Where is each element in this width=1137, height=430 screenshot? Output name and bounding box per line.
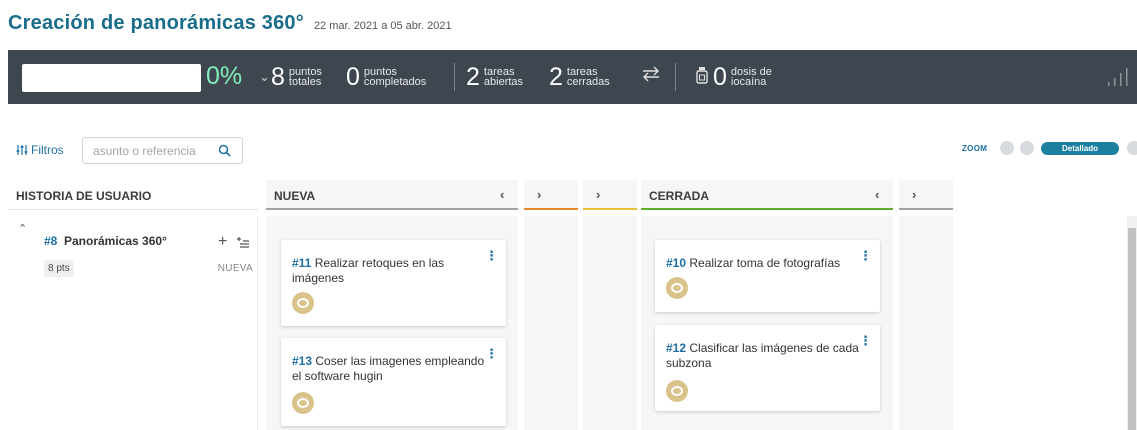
column-header-collapsed-1: › [524,180,578,210]
column-title-new: NUEVA [274,189,316,203]
task-ref[interactable]: #10 [666,256,686,270]
search-input[interactable] [93,143,211,159]
column-title-closed: CERRADA [649,189,709,203]
total-points-label-2: totales [288,76,322,88]
open-tasks-stat: 2 tareas abiertas [466,62,523,92]
filters-label: Filtros [31,143,64,157]
iocaine-vial-icon [696,67,708,84]
task-ref[interactable]: #12 [666,341,686,355]
closed-tasks-value: 2 [549,63,563,91]
story-points-badge: 8 pts [44,260,74,277]
column-collapsed-2 [583,216,637,430]
expand-right-icon[interactable]: › [912,187,916,202]
collapse-left-icon[interactable]: ‹ [875,187,879,202]
user-story-row: ⌃ #8 Panorámicas 360° + 8 pts NUEVA [8,216,258,430]
zoom-level-1[interactable] [1000,141,1014,155]
history-column-title: HISTORIA DE USUARIO [16,189,152,203]
task-card[interactable]: #10 Realizar toma de fotografías ⋮ [655,240,880,312]
card-menu-icon[interactable]: ⋮ [485,248,498,264]
total-points-value: 8 [271,63,285,91]
card-menu-icon[interactable]: ⋮ [859,248,872,264]
task-card[interactable]: #12 Clasificar las imágenes de cada subz… [655,325,880,411]
sprint-stats-bar: 0% ⌄ 8 puntos totales 0 puntos completados… [8,50,1137,104]
task-title[interactable]: Realizar toma de fotografías [689,256,840,270]
filters-button[interactable]: Filtros [16,143,64,157]
task-ref[interactable]: #13 [292,354,312,368]
vertical-scrollbar[interactable] [1127,216,1137,430]
assignee-avatar[interactable] [292,392,314,414]
iocaine-stat: 0 dosis de iocaína [713,62,772,92]
page-title: Creación de panorámicas 360° [8,12,304,34]
task-title[interactable]: Realizar retoques en las imágenes [292,256,444,285]
card-menu-icon[interactable]: ⋮ [485,346,498,362]
expand-right-icon[interactable]: › [596,187,600,202]
iocaine-value: 0 [713,63,727,91]
zoom-label: ZOOM [962,144,988,153]
completed-points-value: 0 [346,63,360,91]
closed-tasks-label-2: cerradas [566,76,610,88]
add-task-icon[interactable]: + [218,233,227,251]
task-card[interactable]: #13 Coser las imagenes empleando el soft… [281,338,506,426]
assignee-avatar[interactable] [292,292,314,314]
open-tasks-value: 2 [466,63,480,91]
completed-points-label-2: completados [363,76,427,88]
total-points-stat: 8 puntos totales [271,62,322,92]
open-tasks-label-2: abiertas [483,76,524,88]
page-header: Creación de panorámicas 360° 22 mar. 202… [8,12,452,35]
expand-right-icon[interactable]: › [537,187,541,202]
zoom-level-detailed[interactable]: Detallado [1041,142,1119,155]
task-ref[interactable]: #11 [292,256,311,270]
column-collapsed-3 [899,216,953,430]
stats-divider [454,63,455,91]
chevron-up-icon[interactable]: ⌃ [18,222,27,235]
assignee-avatar[interactable] [666,277,688,299]
search-icon[interactable] [218,144,231,157]
stats-divider [675,63,676,91]
sprint-dates: 22 mar. 2021 a 05 abr. 2021 [313,20,452,32]
scroll-thumb[interactable] [1128,228,1136,430]
task-card[interactable]: #11 Realizar retoques en las imágenes ⋮ [281,240,506,326]
task-title[interactable]: Coser las imagenes empleando el software… [292,354,484,383]
column-header-collapsed-3: › [899,180,953,210]
iocaine-label-2: iocaína [730,76,767,88]
sliders-icon [16,145,28,155]
column-collapsed-1 [524,216,578,430]
completed-points-stat: 0 puntos completados [346,62,426,92]
bulk-add-icon[interactable] [236,236,250,250]
signal-bars-icon[interactable] [1106,68,1130,86]
zoom-level-2[interactable] [1020,141,1034,155]
story-status[interactable]: NUEVA [218,263,253,274]
card-menu-icon[interactable]: ⋮ [859,333,872,349]
collapse-left-icon[interactable]: ‹ [500,187,504,202]
closed-tasks-stat: 2 tareas cerradas [549,62,610,92]
column-header-collapsed-2: › [583,180,637,210]
progress-bar [22,64,201,92]
chevron-down-icon[interactable]: ⌄ [259,69,270,85]
column-header-closed: CERRADA ‹ [641,180,893,210]
assignee-avatar[interactable] [666,380,688,402]
swap-arrows-icon[interactable] [641,66,661,82]
search-box[interactable] [82,137,243,164]
history-column-header: HISTORIA DE USUARIO [8,180,258,210]
story-title[interactable]: Panorámicas 360° [64,234,167,248]
zoom-level-4[interactable] [1127,141,1137,155]
task-title[interactable]: Clasificar las imágenes de cada subzona [666,341,859,370]
column-header-new: NUEVA ‹ [266,180,518,210]
story-ref[interactable]: #8 [44,234,57,248]
progress-percent: 0% [206,62,243,90]
